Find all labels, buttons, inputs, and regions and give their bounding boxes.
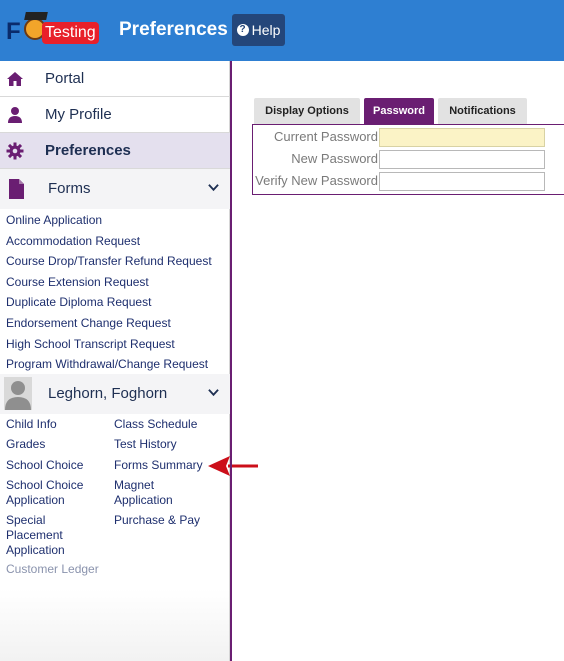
tab-password[interactable]: Password [364,98,434,124]
help-button[interactable]: ? Help [232,14,285,46]
top-header: F Testing Preferences ? Help [0,0,564,61]
verify-password-label: Verify New Password [255,173,378,188]
tab-display-options[interactable]: Display Options [254,98,360,124]
student-link-special-placement[interactable]: Special Placement Application [6,513,76,558]
help-button-label: Help [251,22,281,38]
form-link-course-extension[interactable]: Course Extension Request [6,274,212,295]
user-icon [8,107,22,123]
forms-link-list: Online Application Accommodation Request… [6,212,212,377]
verify-password-field[interactable] [379,172,545,191]
student-link-test-history[interactable]: Test History [114,437,177,452]
sidebar-item-my-profile[interactable]: My Profile [0,97,230,133]
sidebar: Portal My Profile Preferences Forms Onli… [0,61,230,661]
current-password-field[interactable] [379,128,545,147]
form-link-course-drop-transfer[interactable]: Course Drop/Transfer Refund Request [6,253,212,274]
app-logo[interactable]: F Testing [4,12,104,46]
tab-notifications[interactable]: Notifications [438,98,527,124]
chevron-down-icon [208,389,219,397]
form-link-hs-transcript[interactable]: High School Transcript Request [6,336,212,357]
student-link-customer-ledger[interactable]: Customer Ledger [6,562,99,577]
document-icon [9,179,24,199]
student-link-school-choice[interactable]: School Choice [6,458,83,473]
student-link-class-schedule[interactable]: Class Schedule [114,417,197,432]
chevron-down-icon [208,184,219,192]
student-name: Leghorn, Foghorn [48,385,168,402]
student-link-child-info[interactable]: Child Info [6,417,57,432]
current-password-label: Current Password [273,129,378,144]
avatar [4,377,32,410]
password-form: Current Password New Password Verify New… [252,124,564,195]
student-link-purchase-pay[interactable]: Purchase & Pay [114,513,200,528]
home-icon [7,72,23,86]
sidebar-item-label: Portal [45,70,85,87]
new-password-field[interactable] [379,150,545,169]
form-link-endorsement-change[interactable]: Endorsement Change Request [6,315,212,336]
forms-section-label: Forms [48,180,91,197]
sidebar-item-portal[interactable]: Portal [0,61,230,97]
logo-cap [24,12,48,20]
student-link-magnet-application[interactable]: Magnet Application [114,478,194,508]
user-silhouette-icon [5,381,31,410]
environment-badge: Testing [42,22,99,44]
gear-icon [6,142,24,160]
new-password-label: New Password [291,151,378,166]
student-section-toggle[interactable]: Leghorn, Foghorn [0,374,230,414]
form-link-accommodation-request[interactable]: Accommodation Request [6,233,212,254]
sidebar-item-label: Preferences [45,142,131,159]
page-title: Preferences [119,19,228,40]
sidebar-item-label: My Profile [45,106,112,123]
form-link-online-application[interactable]: Online Application [6,212,212,233]
forms-section-toggle[interactable]: Forms [0,169,230,209]
student-link-grades[interactable]: Grades [6,437,45,452]
logo-letter: F [6,18,21,45]
sidebar-item-preferences[interactable]: Preferences [0,133,230,169]
student-link-forms-summary[interactable]: Forms Summary [114,458,203,473]
student-link-school-choice-application[interactable]: School Choice Application [6,478,101,508]
main-content: Display Options Password Notifications C… [230,61,564,661]
question-circle-icon: ? [236,24,249,36]
form-link-duplicate-diploma[interactable]: Duplicate Diploma Request [6,294,212,315]
